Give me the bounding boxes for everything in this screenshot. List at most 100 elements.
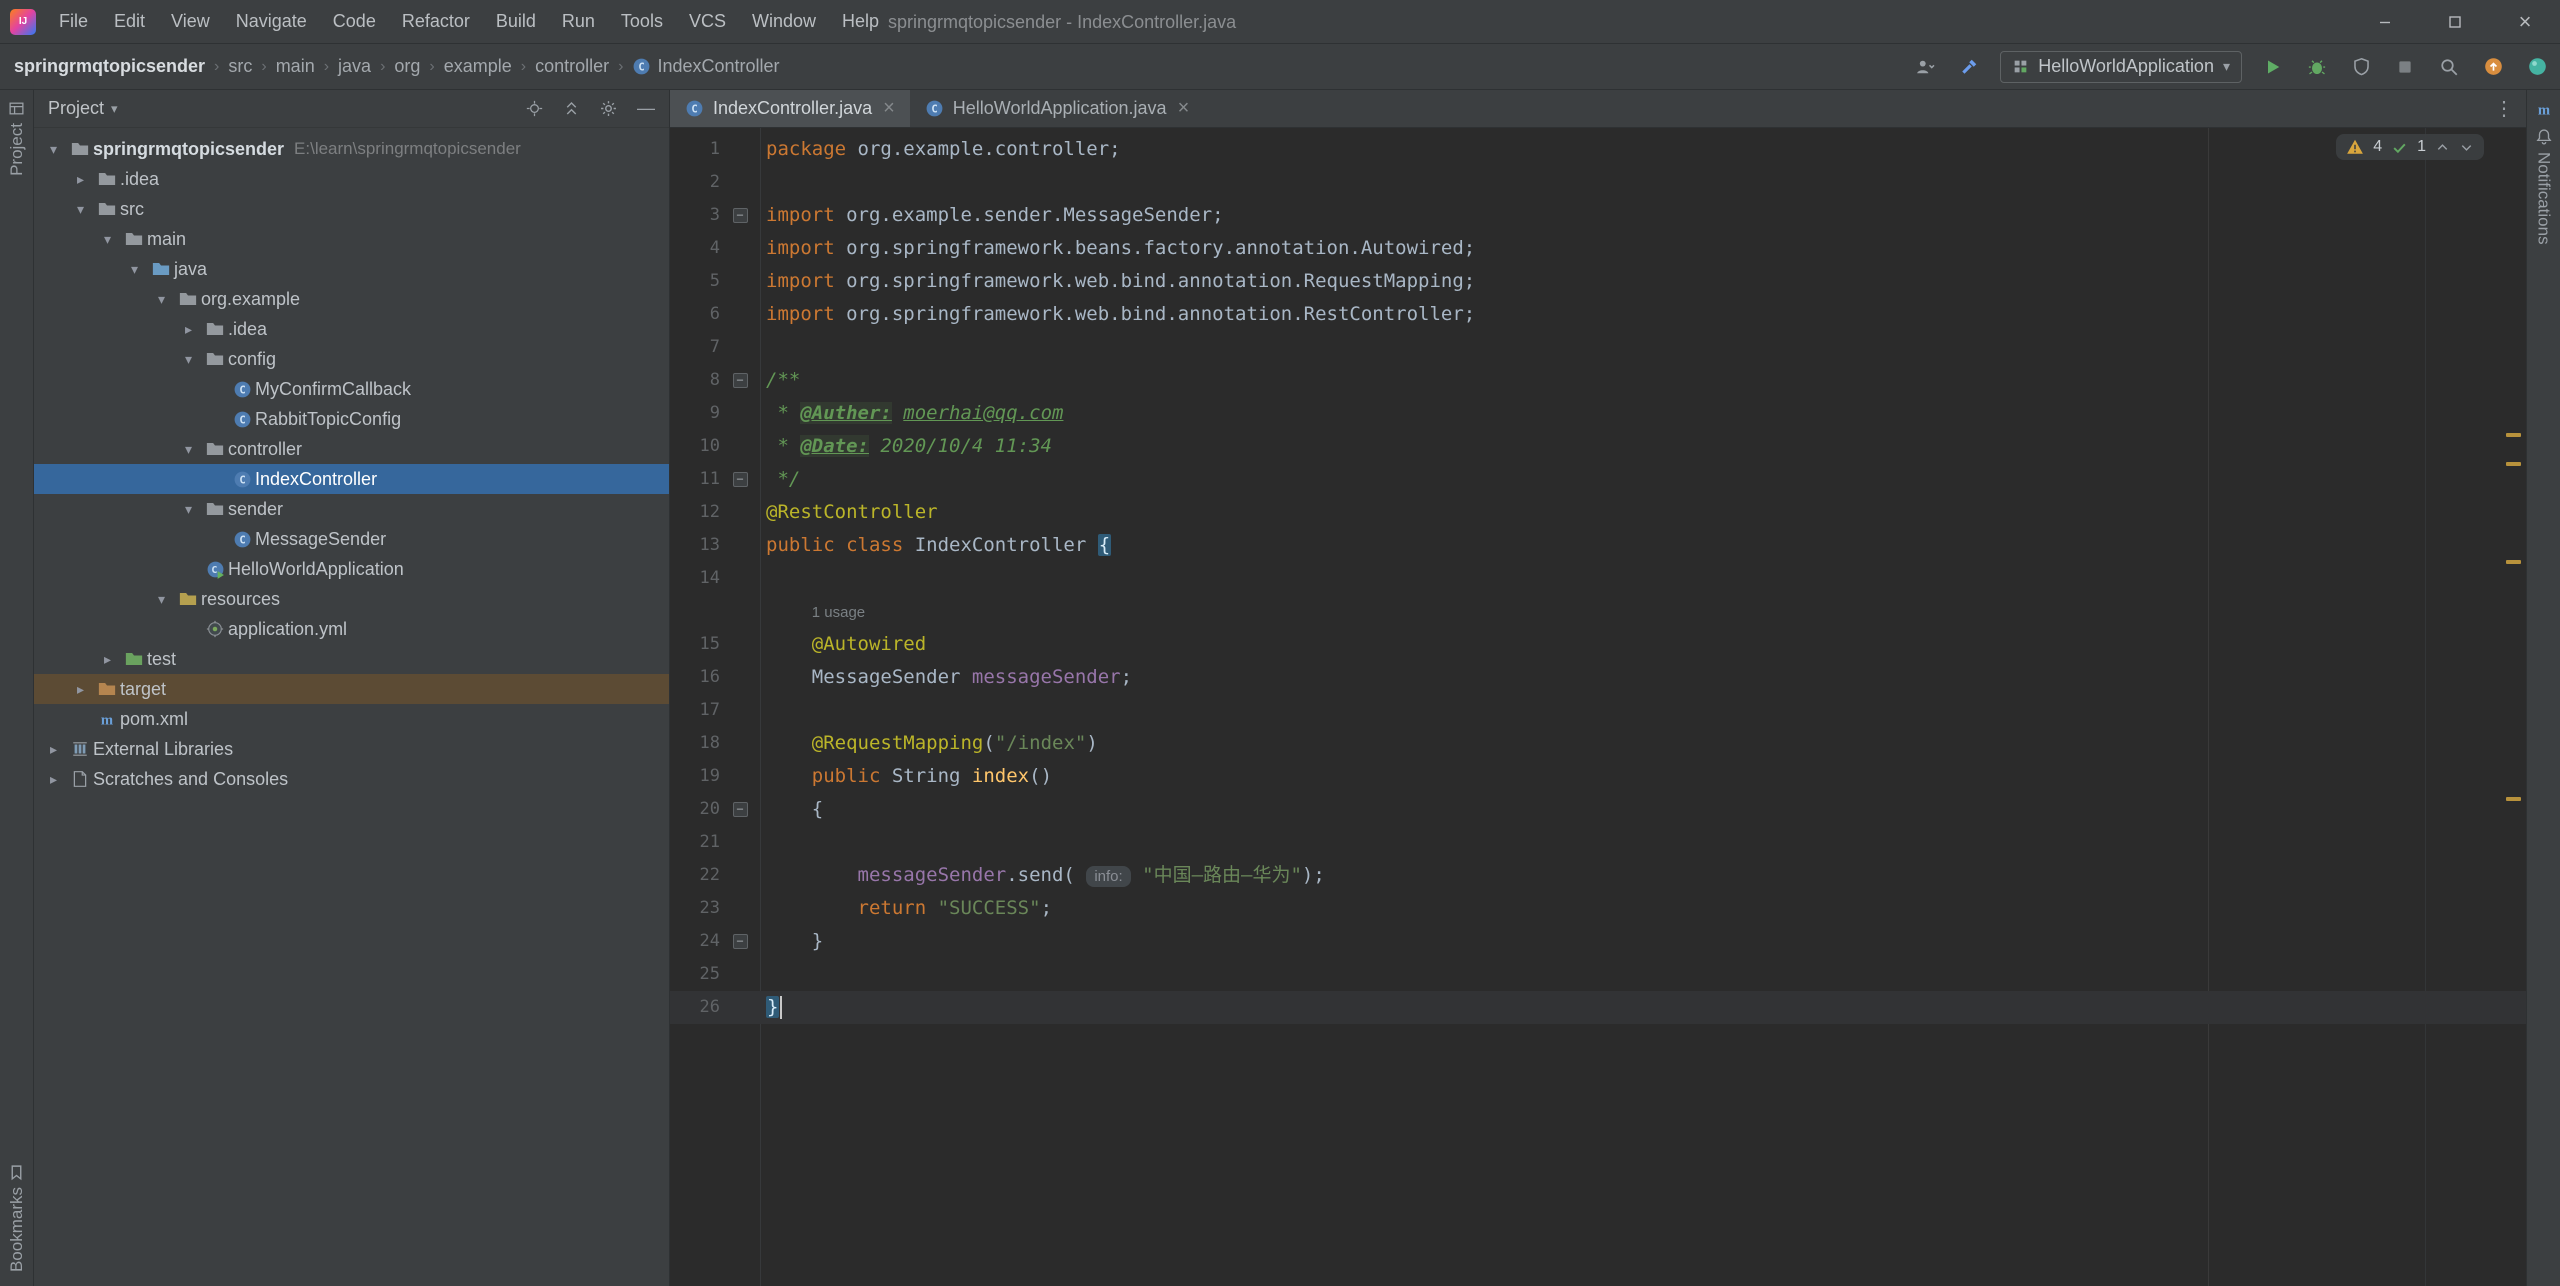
breadcrumb-item[interactable]: springrmqtopicsender xyxy=(14,56,205,77)
chevron-collapsed-icon[interactable]: ▸ xyxy=(94,651,121,668)
breadcrumb-item[interactable]: java xyxy=(338,56,371,77)
menu-navigate[interactable]: Navigate xyxy=(223,0,320,43)
error-stripe-mark[interactable] xyxy=(2506,433,2521,437)
tree-item[interactable]: ▸External Libraries xyxy=(34,734,669,764)
tree-item[interactable]: ▸target xyxy=(34,674,669,704)
chevron-expanded-icon[interactable]: ▾ xyxy=(67,201,94,218)
locate-file-icon[interactable] xyxy=(526,100,543,117)
search-everywhere-icon[interactable] xyxy=(2436,54,2462,80)
tree-item[interactable]: ▾org.example xyxy=(34,284,669,314)
menu-build[interactable]: Build xyxy=(483,0,549,43)
chevron-expanded-icon[interactable]: ▾ xyxy=(121,261,148,278)
tree-item[interactable]: CMessageSender xyxy=(34,524,669,554)
project-tool-button[interactable]: Project xyxy=(7,90,27,176)
bookmarks-tool-button[interactable]: Bookmarks xyxy=(0,1164,33,1272)
stop-button[interactable] xyxy=(2392,54,2418,80)
chevron-collapsed-icon[interactable]: ▸ xyxy=(175,321,202,338)
tree-item[interactable]: CRabbitTopicConfig xyxy=(34,404,669,434)
prev-problem-chevron-icon[interactable] xyxy=(2435,140,2450,155)
run-button[interactable] xyxy=(2260,54,2286,80)
coverage-button[interactable] xyxy=(2348,54,2374,80)
menu-view[interactable]: View xyxy=(158,0,223,43)
menu-code[interactable]: Code xyxy=(320,0,389,43)
svg-text:C: C xyxy=(931,104,937,116)
tree-item[interactable]: ▸Scratches and Consoles xyxy=(34,764,669,794)
menu-run[interactable]: Run xyxy=(549,0,608,43)
chevron-expanded-icon[interactable]: ▾ xyxy=(94,231,121,248)
fold-icon[interactable]: − xyxy=(733,802,748,817)
notifications-tool-button[interactable]: Notifications xyxy=(2534,118,2554,245)
fold-icon[interactable]: − xyxy=(733,472,748,487)
error-stripe-mark[interactable] xyxy=(2506,797,2521,801)
editor[interactable]: 1package org.example.controller;23−impor… xyxy=(670,128,2526,1286)
tree-item[interactable]: CMyConfirmCallback xyxy=(34,374,669,404)
chevron-collapsed-icon[interactable]: ▸ xyxy=(67,681,94,698)
tree-item[interactable]: ▸.idea xyxy=(34,164,669,194)
tab-close-icon[interactable]: × xyxy=(1178,97,1190,120)
tree-item[interactable]: application.yml xyxy=(34,614,669,644)
error-stripe-mark[interactable] xyxy=(2506,560,2521,564)
build-hammer-icon[interactable] xyxy=(1956,54,1982,80)
tree-item[interactable]: CHelloWorldApplication xyxy=(34,554,669,584)
menu-tools[interactable]: Tools xyxy=(608,0,676,43)
tree-item[interactable]: ▾controller xyxy=(34,434,669,464)
chevron-collapsed-icon[interactable]: ▸ xyxy=(40,741,67,758)
tree-item[interactable]: ▾springrmqtopicsenderE:\learn\springrmqt… xyxy=(34,134,669,164)
chevron-expanded-icon[interactable]: ▾ xyxy=(40,141,67,158)
chevron-collapsed-icon[interactable]: ▸ xyxy=(40,771,67,788)
tree-item[interactable]: ▾resources xyxy=(34,584,669,614)
breadcrumb-item[interactable]: main xyxy=(276,56,315,77)
more-options-icon[interactable]: ⋮ xyxy=(2494,96,2514,121)
gear-icon[interactable] xyxy=(600,100,617,117)
chevron-collapsed-icon[interactable]: ▸ xyxy=(67,171,94,188)
maximize-button[interactable] xyxy=(2420,0,2490,43)
hide-panel-icon[interactable]: — xyxy=(637,98,655,119)
menu-refactor[interactable]: Refactor xyxy=(389,0,483,43)
code-with-me-users-icon[interactable] xyxy=(1912,54,1938,80)
maven-tool-button[interactable]: m xyxy=(2535,90,2553,118)
fold-icon[interactable]: − xyxy=(733,373,748,388)
code-with-me-status-icon[interactable] xyxy=(2524,54,2550,80)
tree-item[interactable]: ▾src xyxy=(34,194,669,224)
ide-update-icon[interactable] xyxy=(2480,54,2506,80)
tree-item[interactable]: ▾sender xyxy=(34,494,669,524)
tree-item[interactable]: ▾java xyxy=(34,254,669,284)
collapse-all-icon[interactable] xyxy=(563,100,580,117)
menu-vcs[interactable]: VCS xyxy=(676,0,739,43)
breadcrumb-item[interactable]: src xyxy=(228,56,252,77)
run-configuration-select[interactable]: HelloWorldApplication ▾ xyxy=(2000,51,2242,83)
chevron-expanded-icon[interactable]: ▾ xyxy=(175,351,202,368)
tab-close-icon[interactable]: × xyxy=(883,97,895,120)
next-problem-chevron-icon[interactable] xyxy=(2459,140,2474,155)
tree-item[interactable]: CIndexController xyxy=(34,464,669,494)
chevron-expanded-icon[interactable]: ▾ xyxy=(148,591,175,608)
chevron-expanded-icon[interactable]: ▾ xyxy=(175,441,202,458)
inspections-widget[interactable]: 4 1 xyxy=(2336,134,2484,160)
editor-tab[interactable]: CIndexController.java× xyxy=(670,90,910,127)
menu-file[interactable]: File xyxy=(46,0,101,43)
breadcrumb-item[interactable]: controller xyxy=(535,56,609,77)
chevron-expanded-icon[interactable]: ▾ xyxy=(148,291,175,308)
fold-icon[interactable]: − xyxy=(733,208,748,223)
menu-window[interactable]: Window xyxy=(739,0,829,43)
minimize-button[interactable] xyxy=(2350,0,2420,43)
class-run-icon: C xyxy=(202,560,228,579)
tree-item[interactable]: ▸.idea xyxy=(34,314,669,344)
tree-item[interactable]: mpom.xml xyxy=(34,704,669,734)
panel-title[interactable]: Project xyxy=(48,98,104,119)
chevron-down-icon[interactable]: ▾ xyxy=(111,101,118,117)
tree-item[interactable]: ▾main xyxy=(34,224,669,254)
fold-icon[interactable]: − xyxy=(733,934,748,949)
debug-button[interactable] xyxy=(2304,54,2330,80)
editor-tab[interactable]: CHelloWorldApplication.java× xyxy=(910,90,1204,127)
breadcrumb-item[interactable]: org xyxy=(394,56,420,77)
tree-item[interactable]: ▸test xyxy=(34,644,669,674)
chevron-expanded-icon[interactable]: ▾ xyxy=(175,501,202,518)
close-button[interactable]: × xyxy=(2490,0,2560,43)
error-stripe-mark[interactable] xyxy=(2506,462,2521,466)
breadcrumb-item[interactable]: CIndexController xyxy=(632,56,779,77)
breadcrumb-item[interactable]: example xyxy=(444,56,512,77)
menu-help[interactable]: Help xyxy=(829,0,892,43)
tree-item[interactable]: ▾config xyxy=(34,344,669,374)
menu-edit[interactable]: Edit xyxy=(101,0,158,43)
